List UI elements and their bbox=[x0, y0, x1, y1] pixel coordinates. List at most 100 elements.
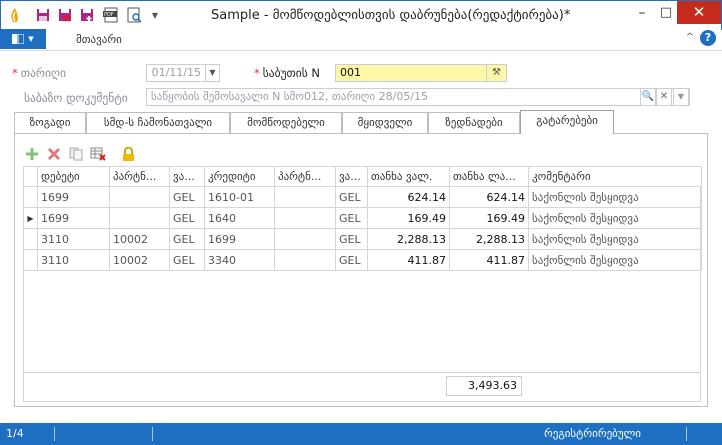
column-header-credit[interactable]: კრედიტი bbox=[204, 166, 275, 187]
delete-icon[interactable] bbox=[46, 146, 62, 162]
app-menu-button[interactable]: ▼ bbox=[0, 29, 46, 49]
auto-number-icon[interactable]: ⚒ bbox=[486, 65, 506, 81]
cell-currency-credit[interactable]: GEL bbox=[335, 207, 368, 229]
document-status: რეგისტრირებული bbox=[544, 427, 642, 440]
tab-general[interactable]: ზოგადი bbox=[14, 112, 86, 134]
cell-currency-debit[interactable]: GEL bbox=[169, 186, 205, 208]
cell-amount-currency[interactable]: 2,288.13 bbox=[367, 228, 450, 250]
column-header-partner-credit[interactable]: პარტნ... bbox=[274, 166, 336, 187]
cell-currency-debit[interactable]: GEL bbox=[169, 228, 205, 250]
app-menu-icon bbox=[12, 34, 25, 44]
tab-waybill[interactable]: ზედნადები bbox=[428, 112, 520, 134]
table-row[interactable]: 1699 GEL 1610-01 GEL 624.14 624.14 საქონ… bbox=[23, 186, 702, 208]
tab-postings[interactable]: გატარებები bbox=[520, 110, 614, 134]
cell-amount-gel[interactable]: 411.87 bbox=[449, 249, 529, 271]
lock-icon[interactable] bbox=[120, 146, 136, 162]
preview-icon[interactable] bbox=[126, 7, 142, 23]
minimize-button[interactable]: – bbox=[631, 4, 653, 22]
clear-icon[interactable]: ✕ bbox=[656, 88, 672, 106]
cell-amount-gel[interactable]: 169.49 bbox=[449, 207, 529, 229]
table-row[interactable]: ▶ 1699 GEL 1640 GEL 169.49 169.49 საქონლ… bbox=[23, 207, 702, 229]
cell-amount-gel[interactable]: 624.14 bbox=[449, 186, 529, 208]
cell-comment[interactable]: საქონლის შესყიდვა bbox=[528, 228, 702, 250]
cell-partner-debit[interactable] bbox=[109, 186, 170, 208]
column-header-currency-credit[interactable]: ვა... bbox=[335, 166, 368, 187]
cell-debit[interactable]: 1699 bbox=[37, 207, 110, 229]
help-icon[interactable]: ? bbox=[700, 30, 716, 46]
table-row[interactable]: 3110 10002 GEL 1699 GEL 2,288.13 2,288.1… bbox=[23, 228, 702, 250]
status-divider bbox=[54, 427, 55, 441]
save-new-icon[interactable] bbox=[79, 7, 95, 23]
cell-comment[interactable]: საქონლის შესყიდვა bbox=[528, 249, 702, 271]
cell-currency-credit[interactable]: GEL bbox=[335, 186, 368, 208]
column-header-debit[interactable]: დებეტი bbox=[37, 166, 110, 187]
cell-partner-debit[interactable]: 10002 bbox=[109, 228, 170, 250]
grid-total-amount: 3,493.63 bbox=[446, 376, 522, 396]
cell-comment[interactable]: საქონლის შესყიდვა bbox=[528, 207, 702, 229]
document-number-label: * საბუთის N bbox=[254, 66, 320, 80]
cell-partner-credit[interactable] bbox=[274, 228, 336, 250]
cell-amount-currency[interactable]: 169.49 bbox=[367, 207, 450, 229]
cell-currency-debit[interactable]: GEL bbox=[169, 207, 205, 229]
chevron-down-icon: ▼ bbox=[28, 35, 34, 43]
date-value: 01/11/15 bbox=[151, 66, 201, 79]
status-divider bbox=[152, 427, 153, 441]
window-title: Sample - მომწოდებლისთვის დაბრუნება(რედაქ… bbox=[211, 8, 571, 23]
base-document-input[interactable]: საწყობის შემოსავალი N სშო012, თარიღი 28/… bbox=[146, 88, 690, 106]
cell-debit[interactable]: 3110 bbox=[37, 249, 110, 271]
pdf-icon[interactable]: PDF bbox=[103, 7, 119, 23]
clear-grid-icon[interactable] bbox=[90, 146, 106, 162]
tab-buyer[interactable]: მყიდველი bbox=[342, 112, 428, 134]
save-close-icon[interactable] bbox=[57, 7, 73, 23]
cell-credit[interactable]: 1610-01 bbox=[204, 186, 275, 208]
date-label: * თარიღი bbox=[12, 66, 66, 80]
base-document-label: საბაზო დოკუმენტი bbox=[24, 91, 128, 105]
collapse-ribbon-icon[interactable]: ^ bbox=[686, 32, 694, 43]
tab-supplier[interactable]: მომწოდებელი bbox=[230, 112, 342, 134]
column-header-amount-gel[interactable]: თანხა ლა... bbox=[449, 166, 529, 187]
cell-debit[interactable]: 1699 bbox=[37, 186, 110, 208]
cell-currency-credit[interactable]: GEL bbox=[335, 228, 368, 250]
date-input[interactable]: 01/11/15 ▼ bbox=[146, 64, 220, 82]
search-icon[interactable]: 🔍 bbox=[640, 88, 656, 106]
maximize-button[interactable]: □ bbox=[655, 4, 677, 22]
cell-partner-credit[interactable] bbox=[274, 186, 336, 208]
required-marker: * bbox=[254, 66, 260, 80]
cell-amount-currency[interactable]: 411.87 bbox=[367, 249, 450, 271]
cell-partner-debit[interactable]: 10002 bbox=[109, 249, 170, 271]
cell-amount-gel[interactable]: 2,288.13 bbox=[449, 228, 529, 250]
column-header-amount-currency[interactable]: თანხა ვალ. bbox=[367, 166, 450, 187]
column-header-partner-debit[interactable]: პარტნ... bbox=[109, 166, 170, 187]
table-row[interactable]: 3110 10002 GEL 3340 GEL 411.87 411.87 სა… bbox=[23, 249, 702, 271]
column-header-currency-debit[interactable]: ვა... bbox=[169, 166, 205, 187]
cell-credit[interactable]: 1640 bbox=[204, 207, 275, 229]
cell-credit[interactable]: 1699 bbox=[204, 228, 275, 250]
cell-partner-debit[interactable] bbox=[109, 207, 170, 229]
cell-partner-credit[interactable] bbox=[274, 249, 336, 271]
record-position: 1/4 bbox=[6, 427, 24, 440]
tab-main[interactable]: მთავარი bbox=[76, 33, 122, 46]
grid-footer-divider bbox=[24, 372, 700, 373]
column-header-comment[interactable]: კომენტარი bbox=[528, 166, 702, 187]
cell-currency-debit[interactable]: GEL bbox=[169, 249, 205, 271]
cell-credit[interactable]: 3340 bbox=[204, 249, 275, 271]
row-indicator-header bbox=[23, 166, 38, 187]
copy-icon[interactable] bbox=[68, 146, 84, 162]
chevron-down-icon[interactable]: ▼ bbox=[205, 65, 219, 81]
cell-amount-currency[interactable]: 624.14 bbox=[367, 186, 450, 208]
add-icon[interactable] bbox=[24, 146, 40, 162]
cell-debit[interactable]: 3110 bbox=[37, 228, 110, 250]
tab-fixed-assets-list[interactable]: სმდ-ს ჩამონათვალი bbox=[86, 112, 230, 134]
chevron-down-icon[interactable]: ▼ bbox=[673, 88, 689, 106]
row-indicator bbox=[23, 186, 38, 208]
svg-text:PDF: PDF bbox=[104, 12, 114, 18]
status-bar: 1/4 რეგისტრირებული bbox=[0, 423, 722, 445]
cell-partner-credit[interactable] bbox=[274, 207, 336, 229]
document-number-value: 001 bbox=[340, 66, 361, 79]
quick-access-dropdown-icon[interactable]: ▼ bbox=[147, 7, 163, 23]
cell-currency-credit[interactable]: GEL bbox=[335, 249, 368, 271]
cell-comment[interactable]: საქონლის შესყიდვა bbox=[528, 186, 702, 208]
save-icon[interactable] bbox=[35, 7, 51, 23]
document-number-input[interactable]: 001 ⚒ bbox=[335, 64, 507, 82]
close-button[interactable]: ✕ bbox=[677, 1, 721, 24]
